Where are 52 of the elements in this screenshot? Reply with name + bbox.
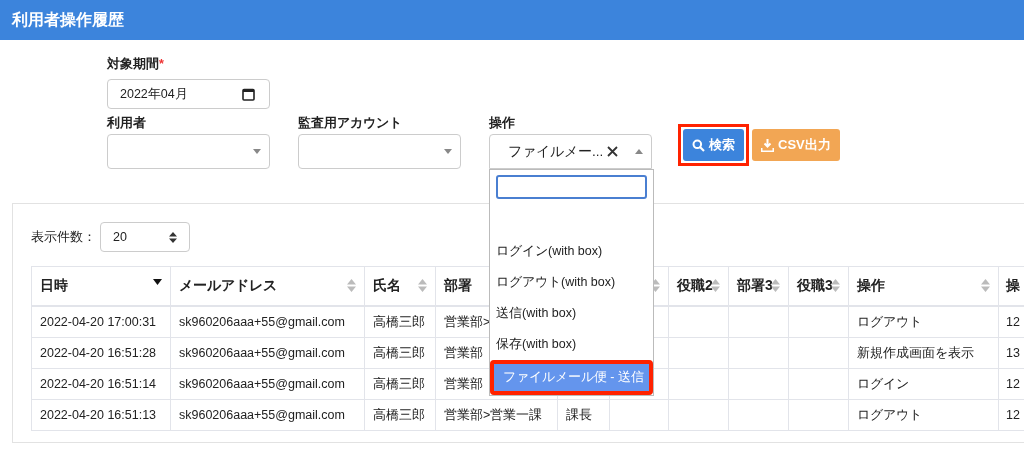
table-cell: 2022-04-20 16:51:13 [40, 408, 157, 422]
search-field[interactable] [496, 175, 647, 199]
table-cell: ログアウト [857, 407, 922, 422]
caret-icon [253, 149, 261, 154]
dropdown-option[interactable]: ログアウト(with box) [490, 267, 653, 298]
table-cell: 12 [1006, 377, 1020, 391]
table-cell: 2022-04-20 17:00:31 [40, 315, 157, 329]
table-cell: ログイン [857, 376, 909, 391]
table-cell: 課長 [566, 407, 592, 422]
calendar-icon[interactable] [242, 87, 255, 101]
dropdown-option[interactable]: 保存(with box) [490, 329, 653, 360]
field-label: 利用者 [107, 115, 147, 132]
field-label: 対象期間 [107, 57, 159, 71]
search-button[interactable]: 検索 [683, 129, 744, 161]
column-header[interactable]: 操作 [857, 277, 885, 293]
table-cell: 高橋三郎 [373, 407, 425, 422]
table-cell: 新規作成画面を表示 [857, 345, 974, 360]
page-title: 利用者操作履歴 [12, 9, 124, 30]
dropdown-option[interactable]: 送信(with box) [490, 298, 653, 329]
caret-icon [444, 149, 452, 154]
field-label: 操作 [489, 115, 516, 132]
field-label: 監査用アカウント [298, 115, 403, 132]
caret-icon [635, 149, 643, 154]
table-cell: 2022-04-20 16:51:14 [40, 377, 157, 391]
table-cell: 高橋三郎 [373, 345, 425, 360]
page-size-select[interactable]: 20 [100, 222, 190, 252]
page-size-label: 表示件数： [31, 228, 96, 246]
date-field[interactable]: 2022年04月 [107, 79, 270, 109]
column-header[interactable]: 氏名 [373, 277, 401, 293]
search-icon [692, 138, 705, 152]
table-cell: 営業部>営業一課 [444, 407, 543, 422]
table-cell: 12 [1006, 315, 1020, 329]
sort-icon [169, 231, 177, 243]
table-cell: sk960206aaa+55@gmail.com [179, 377, 345, 391]
table-cell: sk960206aaa+55@gmail.com [179, 408, 345, 422]
table-cell: 営業部 [444, 376, 483, 391]
table-cell: 13 [1006, 346, 1020, 360]
column-header[interactable]: 日時 [40, 277, 68, 293]
table-cell: 2022-04-20 16:51:28 [40, 346, 157, 360]
table-cell: ログアウト [857, 314, 922, 329]
clear-icon[interactable] [607, 146, 619, 157]
download-icon [761, 138, 774, 152]
operation-select[interactable]: ファイルメー... [489, 134, 652, 169]
table-cell: sk960206aaa+55@gmail.com [179, 346, 345, 360]
required-mark: * [159, 57, 164, 71]
table-cell: 12 [1006, 408, 1020, 422]
table-cell: sk960206aaa+55@gmail.com [179, 315, 345, 329]
table-cell: 高橋三郎 [373, 314, 425, 329]
table-cell: 営業部 [444, 345, 483, 360]
column-header[interactable]: 部署 [444, 277, 472, 293]
table-cell: 高橋三郎 [373, 376, 425, 391]
dropdown-option[interactable]: ログイン(with box) [490, 236, 653, 267]
